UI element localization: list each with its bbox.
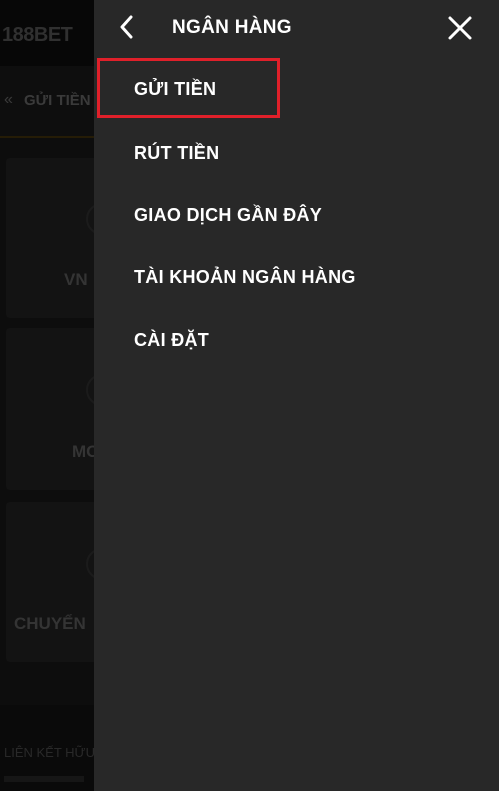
close-button[interactable] bbox=[444, 12, 476, 44]
menu-item-withdraw[interactable]: RÚT TIỀN bbox=[134, 143, 219, 164]
drawer-header: NGÂN HÀNG bbox=[94, 0, 499, 58]
menu-item-recent-transactions[interactable]: GIAO DỊCH GẦN ĐÂY bbox=[134, 205, 322, 226]
menu-item-settings[interactable]: CÀI ĐẶT bbox=[134, 330, 209, 351]
drawer-backdrop[interactable] bbox=[0, 0, 94, 791]
banking-drawer: NGÂN HÀNG GỬI TIỀN RÚT TIỀN GIAO DỊCH GẦ… bbox=[94, 0, 499, 791]
drawer-title: NGÂN HÀNG bbox=[172, 17, 292, 38]
menu-item-deposit[interactable]: GỬI TIỀN bbox=[134, 79, 216, 100]
back-button[interactable] bbox=[112, 12, 142, 42]
menu-item-bank-accounts[interactable]: TÀI KHOẢN NGÂN HÀNG bbox=[134, 267, 356, 288]
close-icon bbox=[448, 16, 472, 40]
chevron-left-icon bbox=[120, 15, 133, 39]
